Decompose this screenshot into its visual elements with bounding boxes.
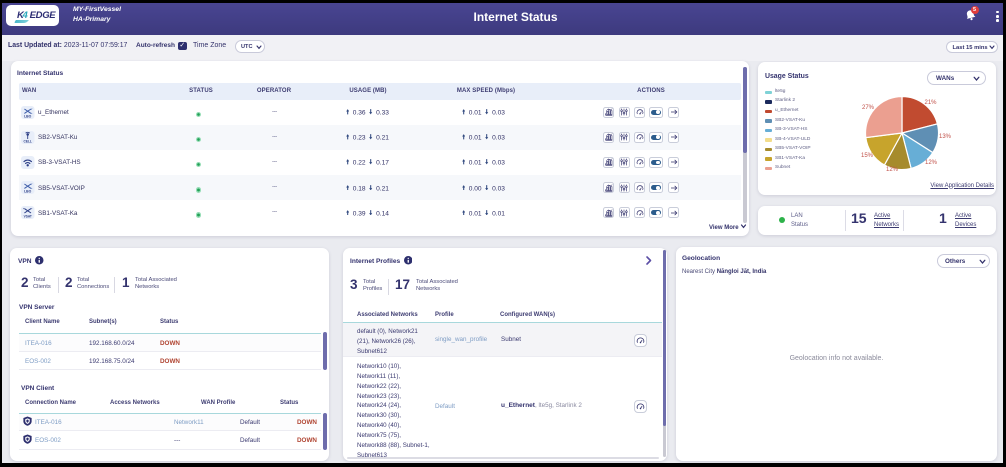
svg-text:LBO: LBO	[24, 114, 32, 118]
svg-text:LBO: LBO	[24, 190, 32, 194]
svg-text:CELL: CELL	[24, 139, 32, 143]
svg-text:VSAT: VSAT	[24, 215, 32, 219]
